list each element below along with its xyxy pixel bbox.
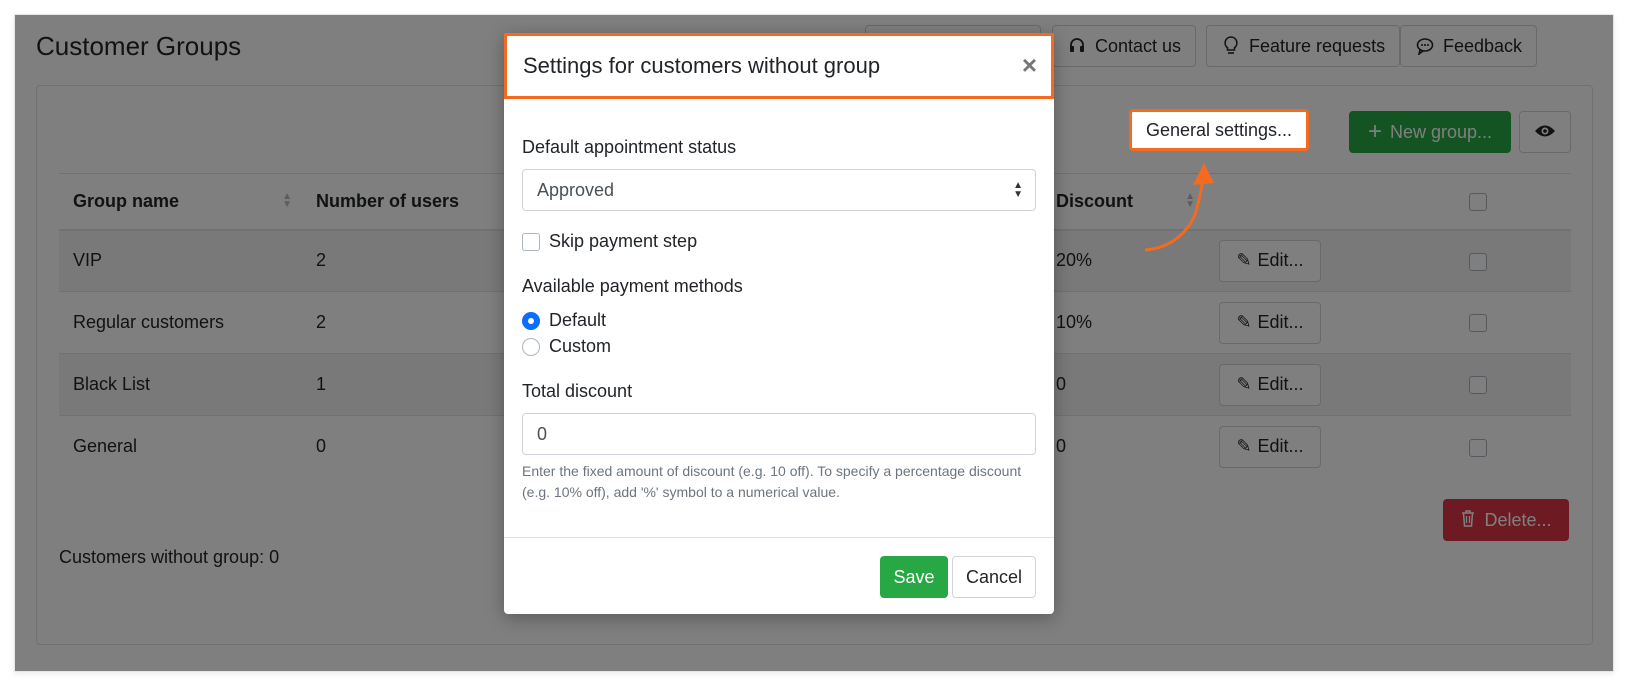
close-icon[interactable]: × [1022,50,1037,80]
total-discount-value: 0 [537,423,548,444]
appointment-status-select[interactable]: Approved ▲ ▼ [522,169,1036,211]
skip-payment-label: Skip payment step [549,231,698,251]
save-button[interactable]: Save [880,556,948,598]
cancel-button[interactable]: Cancel [952,556,1036,598]
payment-custom-label: Custom [549,336,612,356]
settings-modal: Settings for customers without group × D… [504,33,1054,614]
modal-footer-divider [504,537,1054,538]
payment-custom-radio[interactable] [522,338,540,356]
appointment-status-value: Approved [537,179,615,200]
appointment-status-label: Default appointment status [522,137,737,157]
general-settings-label: General settings... [1145,119,1293,140]
total-discount-input[interactable]: 0 [522,413,1036,455]
payment-default-label: Default [549,310,607,330]
payment-default-radio[interactable] [522,312,540,330]
modal-header: Settings for customers without group × [504,33,1054,99]
general-settings-button[interactable]: General settings... [1129,109,1309,151]
page-frame: Customer Groups Contact us Feature reque… [14,14,1614,672]
payment-methods-label: Available payment methods [522,276,743,296]
discount-help-text: Enter the fixed amount of discount (e.g.… [522,463,1022,500]
annotation-arrow-icon [1144,163,1214,252]
modal-title: Settings for customers without group [523,53,881,78]
total-discount-label: Total discount [522,381,633,401]
skip-payment-checkbox[interactable] [522,233,540,251]
select-caret-icon: ▲ ▼ [1013,180,1023,200]
